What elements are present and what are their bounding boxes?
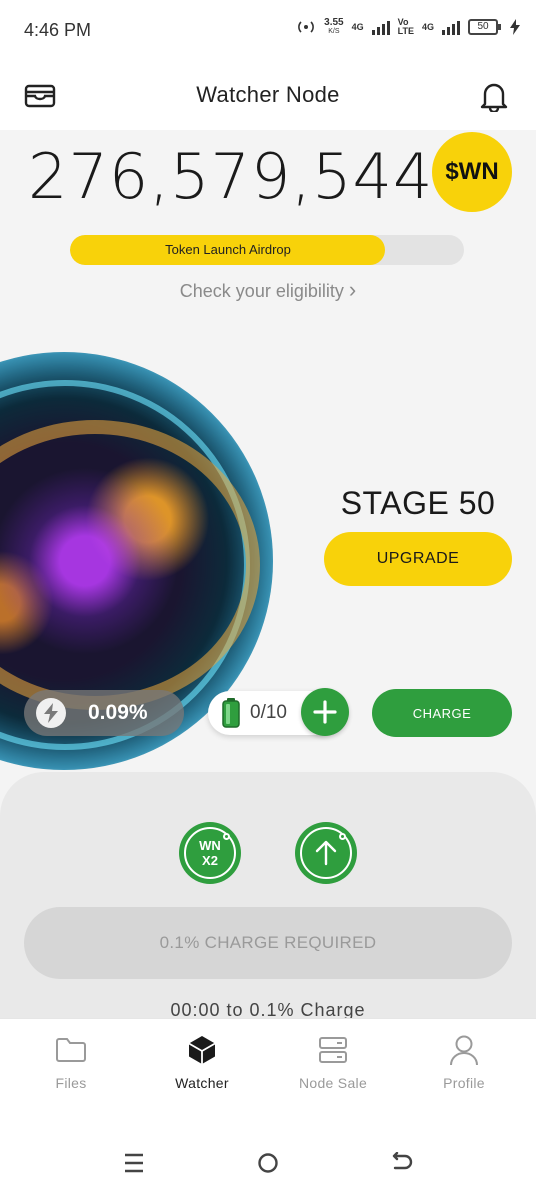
- check-eligibility-link[interactable]: Check your eligibility ›: [0, 277, 536, 303]
- charge-timer: 00:00 to 0.1% Charge: [170, 1000, 366, 1018]
- multiplier-bottom-label: X2: [202, 853, 218, 868]
- token-balance: 276,579,544: [28, 140, 434, 213]
- status-icons: 3.55 K/S 4G Vo LTE 4G 50: [296, 18, 520, 36]
- nav-watcher[interactable]: Watcher: [147, 1033, 257, 1091]
- arrow-up-icon: [315, 840, 337, 866]
- battery-count: 0/10: [250, 702, 287, 723]
- boost-ring: [300, 827, 352, 879]
- back-icon: [392, 1152, 413, 1170]
- plus-icon: [313, 700, 337, 724]
- upgrade-button[interactable]: UPGRADE: [324, 532, 512, 586]
- lightning-icon: [36, 698, 66, 728]
- battery-icon: [222, 698, 240, 728]
- back-button[interactable]: [382, 1148, 422, 1178]
- net-type-2: 4G: [421, 22, 434, 32]
- status-bar: 4:46 PM 3.55 K/S 4G Vo LTE 4G 50: [0, 0, 536, 60]
- recent-apps-button[interactable]: [114, 1148, 154, 1178]
- charge-required-button[interactable]: 0.1% CHARGE REQUIRED: [24, 907, 512, 979]
- page-title: Watcher Node: [196, 82, 340, 107]
- nav-node-sale[interactable]: Node Sale: [278, 1033, 388, 1091]
- airdrop-label: Token Launch Airdrop: [165, 242, 291, 257]
- multiplier-boost-button[interactable]: WN X2: [179, 822, 241, 884]
- battery-icon: 50: [468, 19, 501, 35]
- nav-profile-label: Profile: [443, 1075, 485, 1091]
- menu-icon: [125, 1153, 143, 1173]
- chevron-right-icon: ›: [348, 277, 357, 302]
- action-sheet: WN X2 0.1% CHARGE REQUIRED 00:00 to 0.1%…: [0, 772, 536, 1018]
- charge-rate-value: 0.09%: [88, 701, 148, 724]
- volte-label: Vo LTE: [397, 17, 414, 36]
- add-battery-button[interactable]: [301, 688, 349, 736]
- nav-files[interactable]: Files: [16, 1033, 126, 1091]
- server-icon: [316, 1033, 350, 1067]
- nav-watcher-label: Watcher: [175, 1075, 229, 1091]
- cube-icon: [185, 1033, 219, 1067]
- nav-files-label: Files: [55, 1075, 87, 1091]
- charging-icon: [510, 19, 520, 35]
- wn-coin-label: $WN: [445, 158, 499, 185]
- app-header: Watcher Node: [0, 60, 536, 130]
- boost-up-button[interactable]: [295, 822, 357, 884]
- bell-icon: [480, 83, 508, 112]
- notifications-button[interactable]: [478, 80, 510, 112]
- multiplier-top-label: WN: [199, 838, 221, 853]
- charge-rate-pill: 0.09%: [24, 690, 184, 736]
- hotspot-icon: [298, 21, 315, 33]
- nav-profile[interactable]: Profile: [409, 1033, 519, 1091]
- net-speed: 3.55 K/S: [324, 17, 344, 36]
- system-nav-bar: [0, 1120, 536, 1200]
- stage-label: STAGE 50: [340, 485, 496, 521]
- multiplier-ring: WN X2: [184, 827, 236, 879]
- home-circle-icon: [258, 1153, 278, 1173]
- user-icon: [447, 1033, 481, 1067]
- home-button[interactable]: [248, 1148, 288, 1178]
- signal-icon-2: [442, 19, 460, 35]
- main-content: 276,579,544 $WN Token Launch Airdrop Che…: [0, 130, 536, 1018]
- status-time: 4:46 PM: [24, 20, 92, 40]
- signal-icon: [371, 19, 390, 35]
- wn-coin-icon: $WN: [432, 132, 512, 212]
- eligibility-text: Check your eligibility: [179, 281, 344, 301]
- folder-icon: [54, 1033, 88, 1067]
- charge-button[interactable]: CHARGE: [372, 689, 512, 737]
- airdrop-progress-bar[interactable]: Token Launch Airdrop: [70, 235, 464, 265]
- net-type-1: 4G: [351, 22, 364, 32]
- nav-node-sale-label: Node Sale: [298, 1075, 368, 1091]
- bottom-nav: Files Watcher Node Sale Profile: [0, 1018, 536, 1120]
